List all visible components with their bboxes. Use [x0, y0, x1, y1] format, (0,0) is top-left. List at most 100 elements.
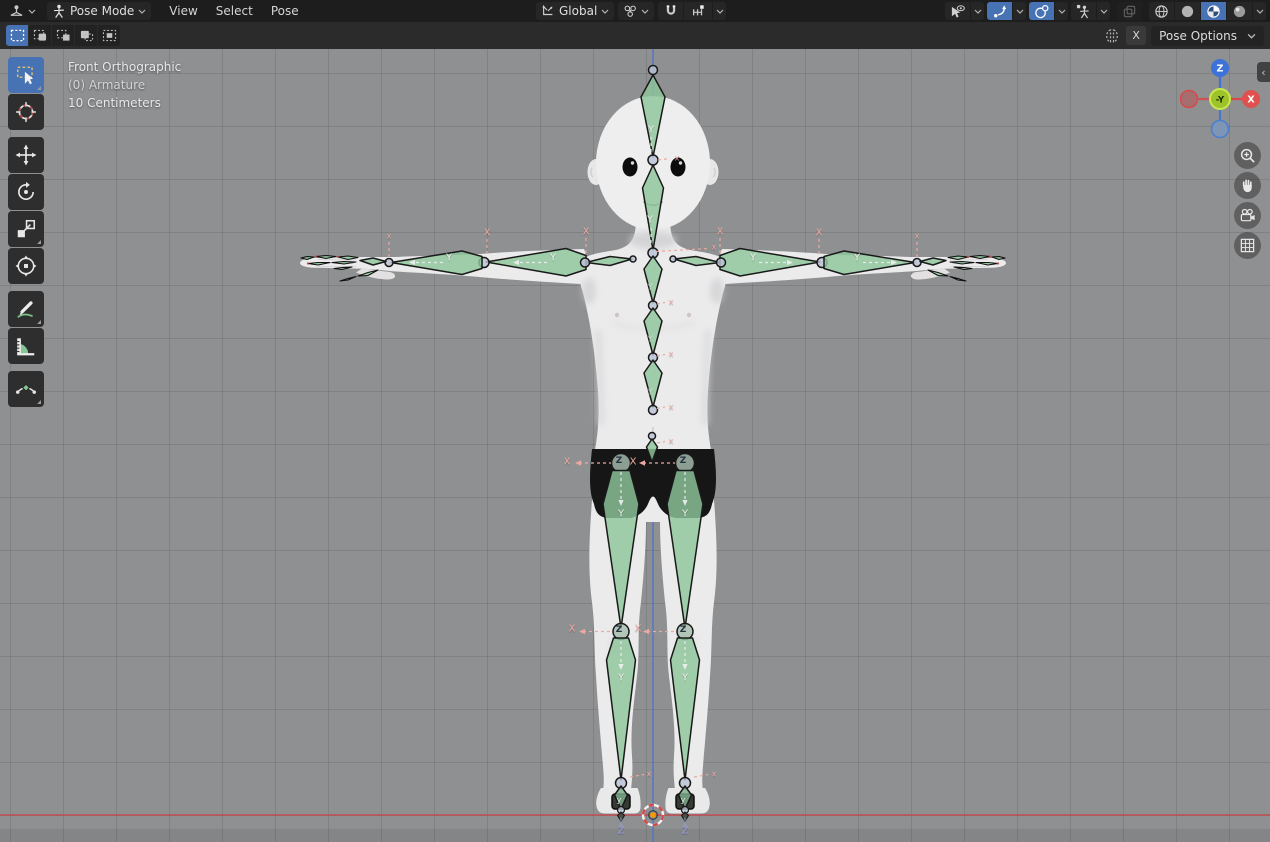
- chevron-down-icon: [1016, 7, 1024, 15]
- 3d-viewport[interactable]: [0, 49, 1270, 842]
- chevron-down-icon: [138, 7, 146, 15]
- snap-toggle-button[interactable]: [658, 2, 683, 20]
- snap-target-icon: [691, 4, 705, 18]
- gizmo-y-label: -Y: [1216, 96, 1225, 106]
- select-mode-set[interactable]: [6, 25, 28, 46]
- viewport-info: Front Orthographic (0) Armature 10 Centi…: [68, 58, 181, 112]
- magnifier-plus-icon: [1239, 147, 1256, 164]
- gizmos-toggle-button[interactable]: [987, 2, 1012, 20]
- camera-view-button[interactable]: [1234, 202, 1261, 229]
- gizmo-minus-y-axis[interactable]: -Y: [1210, 89, 1230, 109]
- shading-rendered-button[interactable]: [1227, 2, 1252, 20]
- 3d-viewport-editor-icon: [9, 4, 24, 19]
- armature-figure-icon: [1076, 4, 1091, 19]
- zoom-button[interactable]: [1234, 142, 1261, 169]
- gizmo-z-axis[interactable]: Z: [1211, 59, 1229, 77]
- pose-options-dropdown[interactable]: Pose Options: [1151, 26, 1264, 46]
- view-name-text: Front Orthographic: [68, 58, 181, 76]
- blender-window: XXXXxxXXXXxxxxxxxxYYYYYYYYYYYYYyyZZZZZZ …: [0, 0, 1270, 842]
- mirror-butterfly-icon: [1103, 28, 1121, 44]
- mirror-x-toggle[interactable]: X: [1126, 26, 1146, 45]
- armature-display-button[interactable]: [1071, 2, 1096, 20]
- shading-chevron[interactable]: [1253, 2, 1266, 20]
- scale-text: 10 Centimeters: [68, 94, 181, 112]
- viewport-bottom-shade: [0, 829, 1270, 842]
- select-mode-extend[interactable]: [29, 25, 51, 46]
- snap-magnet-icon: [664, 4, 678, 18]
- chevron-down-icon: [1256, 7, 1264, 15]
- pose-mode-icon: [52, 4, 66, 18]
- shading-material-icon: [1206, 4, 1221, 19]
- overlays-chevron[interactable]: [1055, 2, 1068, 20]
- pivot-point-dropdown[interactable]: [618, 2, 654, 20]
- tool-select-box[interactable]: [8, 57, 44, 93]
- pan-button[interactable]: [1234, 172, 1261, 199]
- tool-pose-breakdowner[interactable]: [8, 371, 44, 407]
- grid-icon: [1239, 237, 1256, 254]
- tool-measure[interactable]: [8, 328, 44, 364]
- tool-rotate[interactable]: [8, 174, 44, 210]
- camera-icon: [1239, 207, 1256, 224]
- menu-select[interactable]: Select: [208, 0, 261, 22]
- gizmos-toggle-icon: [992, 4, 1007, 19]
- viewport-nav-buttons: [1234, 142, 1261, 259]
- shading-wireframe-icon: [1154, 4, 1169, 19]
- hand-icon: [1239, 177, 1256, 194]
- gizmo-minus-z-axis[interactable]: [1212, 121, 1229, 138]
- sidebar-expand-tab[interactable]: ‹: [1257, 62, 1270, 82]
- pose-options-label: Pose Options: [1159, 29, 1237, 43]
- view-axis-gizmo[interactable]: Z X -Y: [1180, 59, 1260, 139]
- pivot-point-icon: [623, 4, 637, 18]
- transform-orientation-icon: [541, 4, 555, 18]
- tool-transform[interactable]: [8, 248, 44, 284]
- overlays-toggle-button[interactable]: [1029, 2, 1054, 20]
- chevron-down-icon: [1058, 7, 1066, 15]
- snap-settings-button[interactable]: [684, 2, 712, 20]
- editor-type-button[interactable]: [4, 2, 41, 20]
- menu-view[interactable]: View: [161, 0, 205, 22]
- gizmos-chevron[interactable]: [1013, 2, 1026, 20]
- active-object-text: (0) Armature: [68, 76, 181, 94]
- shading-rendered-icon: [1232, 4, 1247, 19]
- mode-label: Pose Mode: [70, 4, 134, 18]
- gizmo-visibility-button[interactable]: [945, 2, 970, 20]
- mode-selector-dropdown[interactable]: Pose Mode: [47, 2, 151, 20]
- menu-pose[interactable]: Pose: [263, 0, 307, 22]
- chevron-down-icon: [974, 7, 982, 15]
- gizmo-x-label: X: [1247, 95, 1255, 106]
- tool-annotate[interactable]: [8, 291, 44, 327]
- tool-scale[interactable]: [8, 211, 44, 247]
- xray-toggle-button[interactable]: [1117, 2, 1142, 20]
- tool-settings-bar: X Pose Options: [0, 22, 1270, 49]
- chevron-down-icon: [716, 7, 724, 15]
- tool-move[interactable]: [8, 137, 44, 173]
- chevron-down-icon: [1100, 7, 1108, 15]
- shading-solid-icon: [1180, 4, 1195, 19]
- gizmo-minus-x-axis[interactable]: [1181, 91, 1198, 108]
- transform-orientation-dropdown[interactable]: Global: [536, 2, 614, 20]
- chevron-down-icon: [641, 7, 649, 15]
- overlays-toggle-icon: [1034, 4, 1049, 19]
- toolbar: [8, 57, 44, 408]
- select-mode-subtract[interactable]: [52, 25, 74, 46]
- select-mode-group: [6, 25, 120, 46]
- armature-display-chevron[interactable]: [1097, 2, 1110, 20]
- gizmo-z-label: Z: [1217, 64, 1224, 75]
- xray-toggle-icon: [1122, 4, 1137, 19]
- gizmo-x-axis[interactable]: X: [1242, 90, 1260, 108]
- orientation-label: Global: [559, 4, 597, 18]
- select-mode-invert[interactable]: [75, 25, 97, 46]
- chevron-down-icon: [28, 7, 36, 15]
- chevron-down-icon: [601, 7, 609, 15]
- select-mode-intersect[interactable]: [98, 25, 120, 46]
- shading-wireframe-button[interactable]: [1149, 2, 1174, 20]
- shading-material-button[interactable]: [1201, 2, 1226, 20]
- gizmo-visibility-icon: [950, 4, 965, 19]
- tool-cursor[interactable]: [8, 94, 44, 130]
- shading-solid-button[interactable]: [1175, 2, 1200, 20]
- viewport-header: Pose Mode View Select Pose Global: [0, 0, 1270, 22]
- gizmo-visibility-chevron[interactable]: [971, 2, 984, 20]
- toggle-orthographic-button[interactable]: [1234, 232, 1261, 259]
- snap-settings-chevron[interactable]: [713, 2, 726, 20]
- chevron-down-icon: [1247, 31, 1256, 40]
